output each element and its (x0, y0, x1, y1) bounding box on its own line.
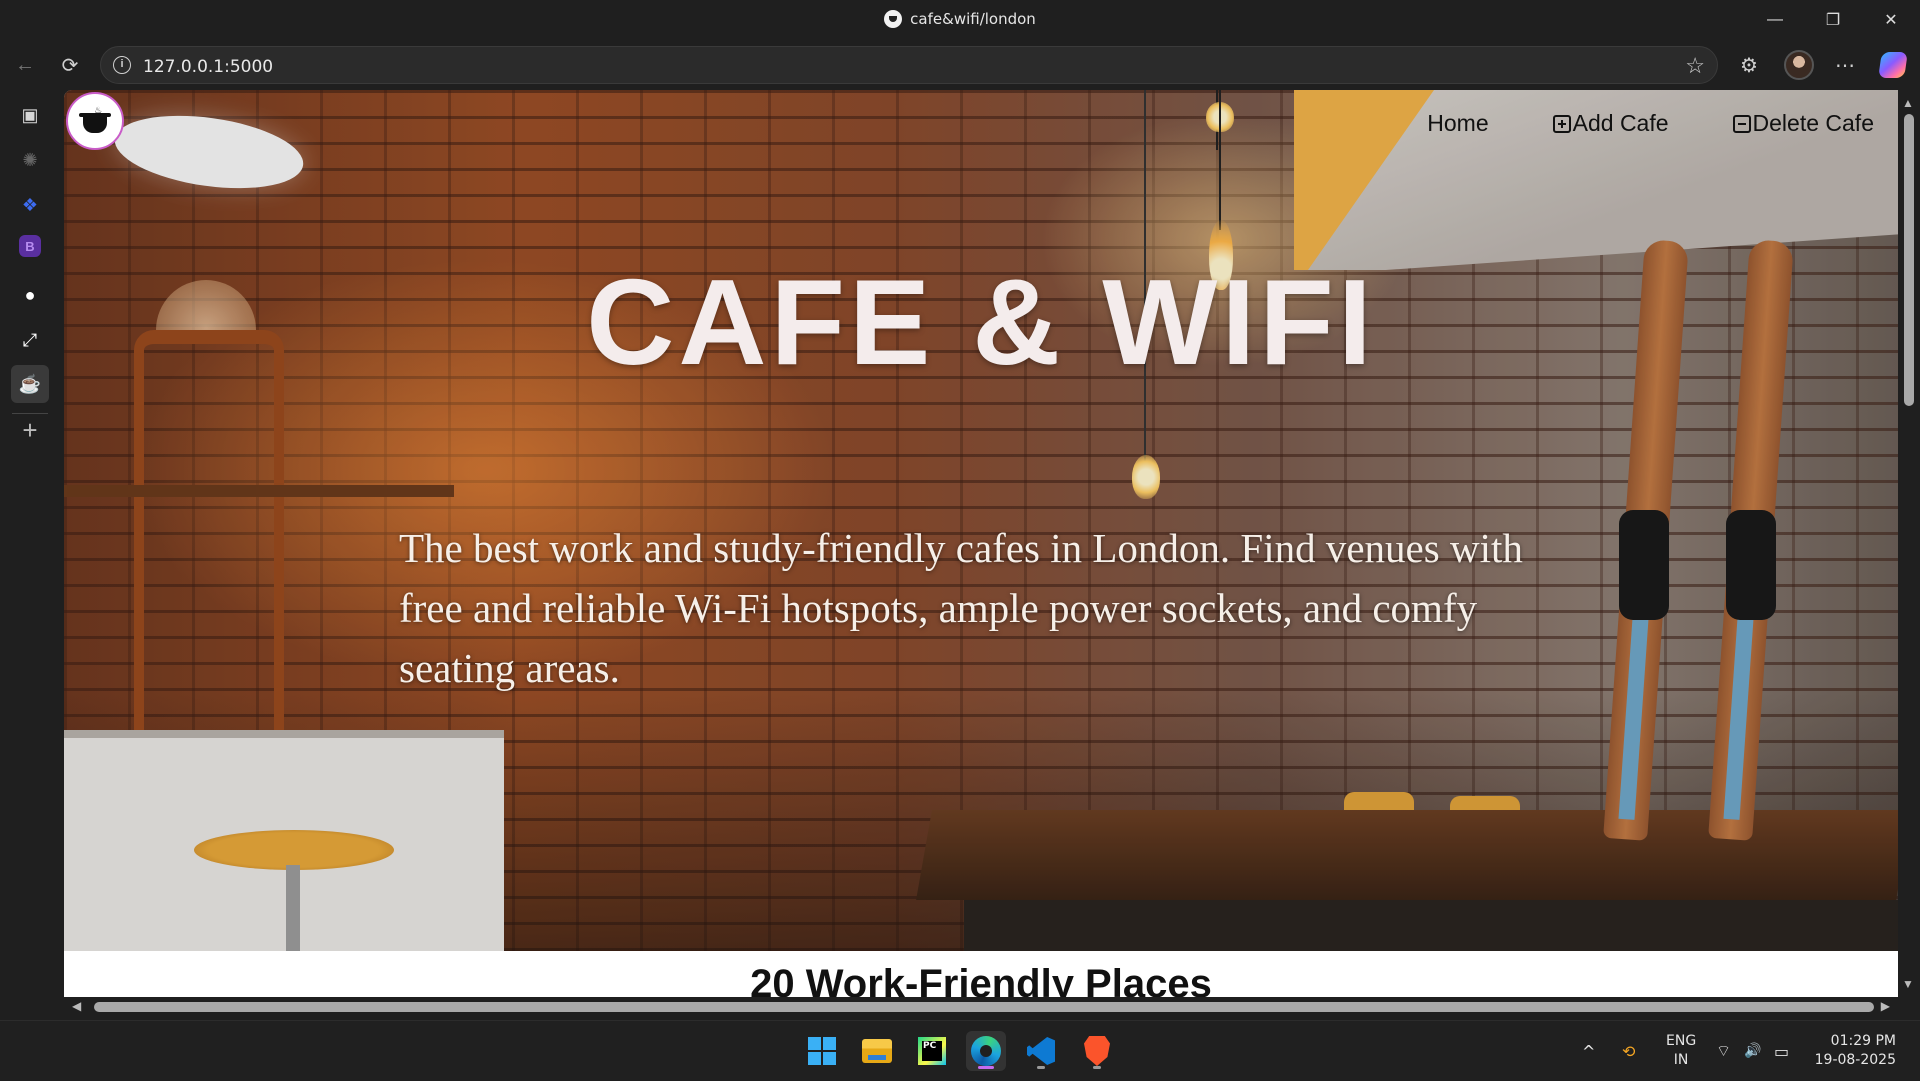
site-favicon-icon (884, 10, 903, 28)
scroll-down-icon[interactable]: ▼ (1902, 977, 1914, 991)
wifi-icon: ⌔ (1716, 1041, 1732, 1060)
volume-button[interactable]: 🔊 (1744, 1021, 1761, 1081)
site-logo[interactable]: ♨ (66, 92, 124, 150)
cafe-app-icon[interactable]: ☕ (11, 365, 49, 403)
pycharm-button[interactable]: PC (912, 1031, 952, 1071)
active-indicator (978, 1066, 994, 1069)
battery-button[interactable]: ▭ (1774, 1021, 1789, 1081)
nav-delete-cafe-label: Delete Cafe (1752, 110, 1874, 136)
url-text[interactable]: 127.0.0.1:5000 (143, 57, 273, 77)
reload-button[interactable]: ⟳ (53, 48, 87, 82)
address-bar[interactable]: i 127.0.0.1:5000 ☆ (100, 46, 1718, 84)
browser-sidebar: ▣ ✺ ❖ B ● ⤢ ☕ + (0, 90, 60, 1020)
file-explorer-button[interactable] (857, 1031, 897, 1071)
browser-toolbar: ← ⟳ i 127.0.0.1:5000 ☆ ⚙ ⋯ (0, 40, 1920, 90)
window-title: cafe&wifi/london (0, 10, 1920, 28)
battery-icon: ▭ (1774, 1041, 1790, 1061)
clock-time: 01:29 PM (1830, 1033, 1896, 1049)
chevron-up-icon: ^ (1582, 1041, 1596, 1061)
edge-icon (971, 1036, 1001, 1066)
network-button[interactable]: ⌔ (1716, 1021, 1731, 1081)
window-titlebar: cafe&wifi/london — ❐ ✕ (0, 0, 1920, 40)
sync-icon: ⟲ (1622, 1041, 1636, 1061)
minimize-button[interactable]: — (1748, 0, 1802, 40)
pycharm-icon: PC (918, 1037, 946, 1065)
tabs-icon[interactable]: ▣ (15, 100, 45, 130)
edge-button[interactable] (966, 1031, 1006, 1071)
volume-icon: 🔊 (1744, 1043, 1762, 1059)
copilot-icon[interactable] (1878, 52, 1908, 78)
brave-button[interactable] (1077, 1031, 1117, 1071)
nav-delete-cafe-link[interactable]: Delete Cafe (1732, 110, 1874, 137)
hero-title: CAFE & WIFI (586, 254, 1376, 390)
chatgpt-icon[interactable]: ✺ (15, 145, 45, 175)
clock-date: 19-08-2025 (1814, 1052, 1896, 1068)
coffee-cup-icon (79, 113, 111, 133)
scroll-right-icon[interactable]: ▶ (1881, 999, 1890, 1013)
running-indicator (1093, 1066, 1101, 1069)
region-code: IN (1673, 1052, 1689, 1068)
pycharm-label: PC (922, 1041, 942, 1061)
vscode-button[interactable] (1021, 1031, 1061, 1071)
bootstrap-icon[interactable]: B (19, 235, 41, 257)
plus-square-icon (1552, 114, 1571, 133)
tray-overflow-button[interactable]: ^ (1582, 1021, 1595, 1081)
nav-home-link[interactable]: Home (1427, 110, 1488, 137)
vertical-scrollbar[interactable]: ▲ ▼ (1898, 90, 1920, 997)
dropbox-icon[interactable]: ❖ (15, 190, 45, 220)
vertical-scroll-thumb[interactable] (1904, 114, 1914, 406)
restore-button[interactable]: ❐ (1806, 0, 1860, 40)
horizontal-scroll-thumb[interactable] (94, 1002, 1874, 1012)
running-indicator (1037, 1066, 1045, 1069)
start-button[interactable] (802, 1031, 842, 1071)
folder-icon (862, 1039, 892, 1063)
github-icon[interactable]: ● (15, 280, 45, 310)
hero-description: The best work and study-friendly cafes i… (399, 525, 1523, 691)
back-button[interactable]: ← (8, 48, 42, 82)
window-title-text: cafe&wifi/london (910, 10, 1036, 28)
nav-add-cafe-label: Add Cafe (1572, 110, 1669, 136)
scroll-up-icon[interactable]: ▲ (1902, 96, 1914, 110)
pipeline-icon[interactable]: ⤢ (15, 325, 45, 355)
minus-square-icon (1732, 114, 1751, 133)
nav-add-cafe-link[interactable]: Add Cafe (1552, 110, 1669, 137)
vscode-icon (1027, 1037, 1055, 1065)
clock[interactable]: 01:29 PM 19-08-2025 (1812, 1021, 1896, 1081)
sync-button[interactable]: ⟲ (1622, 1021, 1635, 1081)
scroll-left-icon[interactable]: ◀ (72, 999, 81, 1013)
favorite-star-icon[interactable]: ☆ (1685, 53, 1705, 79)
brave-icon (1084, 1036, 1110, 1066)
language-indicator[interactable]: ENG IN (1666, 1021, 1696, 1081)
site-info-icon[interactable]: i (113, 56, 131, 74)
page-viewport: ♨ Home Add Cafe Delete Cafe CAFE & WIFI … (64, 90, 1898, 997)
extensions-icon[interactable]: ⚙ (1732, 48, 1766, 82)
hero-section: ♨ Home Add Cafe Delete Cafe CAFE & WIFI … (64, 90, 1898, 951)
windows-icon (808, 1037, 836, 1065)
profile-avatar[interactable] (1784, 50, 1814, 80)
language-code: ENG (1666, 1033, 1697, 1049)
taskbar: PC ^ ⟲ ENG IN ⌔ 🔊 ▭ 01:29 PM 19-08-2025 (0, 1020, 1920, 1080)
nav-home-label: Home (1427, 110, 1489, 136)
horizontal-scrollbar[interactable]: ◀ ▶ (64, 997, 1898, 1017)
add-icon[interactable]: + (15, 415, 45, 445)
main-nav: Home Add Cafe Delete Cafe (1427, 110, 1874, 137)
more-menu-icon[interactable]: ⋯ (1828, 48, 1862, 82)
close-button[interactable]: ✕ (1864, 0, 1918, 40)
section-heading: 20 Work-Friendly Places (750, 962, 1212, 997)
